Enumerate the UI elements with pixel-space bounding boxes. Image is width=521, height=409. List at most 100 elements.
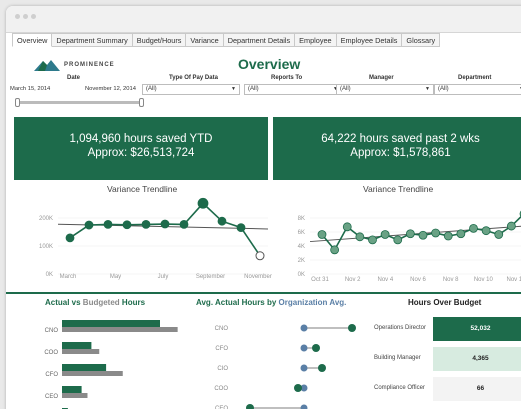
chart-title-right: Variance Trendline [363,184,434,194]
row-label: Operations Director [374,325,427,331]
actual-point [246,404,254,409]
actual-vs-budgeted-chart: CNOCOOCFOCEOCIO [44,320,178,409]
bar-budgeted [62,349,100,354]
browser-window: Overview Department Summary Budget/Hours… [6,6,521,409]
pay-type-filter-label: Type Of Pay Data [169,75,218,81]
data-point [141,219,151,229]
org-avg-point [300,344,308,352]
tab-budget-hours[interactable]: Budget/Hours [132,33,187,47]
y-category-label: COO [44,350,58,356]
minimize-dot-icon[interactable] [23,14,28,19]
row-value-cell: 52,032 [433,317,521,341]
department-value: (All) [438,86,449,92]
date-start-value: March 15, 2014 [10,86,51,92]
reports-to-filter-label: Reports To [271,75,303,81]
department-select[interactable]: (All) ▼ [434,84,521,95]
y-category-label: CEO [45,394,58,400]
tab-glossary[interactable]: Glossary [402,33,441,47]
reports-to-select[interactable]: (All) ▼ [244,84,342,95]
variance-trendline-chart-2wks: 8K 6K 4K 2K 0K Oct 31 Nov 2 Nov 4 Nov 6 Nov 8 Nov … [298,210,521,283]
x-tick-label: Nov 8 [443,277,459,283]
actual-point [294,384,302,392]
date-range-slider[interactable] [15,98,144,107]
y-category-label: CFO [215,346,228,352]
x-tick-label: Nov 2 [345,277,361,283]
y-tick-label: 6K [298,230,305,236]
tab-overview[interactable]: Overview [12,33,53,47]
y-tick-label: 0K [298,272,305,278]
actual-point [318,364,326,372]
data-point [393,235,403,245]
data-point [317,230,327,239]
org-avg-point [300,364,308,372]
y-tick-label: 100K [39,244,53,250]
tab-employee[interactable]: Employee [295,33,337,47]
y-category-label: CNO [45,328,59,334]
y-tick-label: 4K [298,244,305,250]
data-point [418,230,428,240]
mountain-logo-icon [34,59,60,71]
row-label: Compliance Officer [374,385,425,391]
tab-employee-details[interactable]: Employee Details [336,33,403,47]
maximize-dot-icon[interactable] [31,14,36,19]
kpi-2wks-amount: Approx: $1,578,861 [350,147,451,159]
data-point [103,219,113,229]
tab-department-details[interactable]: Department Details [223,33,296,47]
window-titlebar [6,6,521,33]
manager-value: (All) [340,86,351,92]
data-point [380,230,390,239]
row-value-cell: 4,365 [433,347,521,371]
data-point [368,235,377,245]
date-end-value: November 12, 2014 [85,86,136,92]
chevron-down-icon: ▼ [425,86,430,92]
hours-over-budget-row[interactable]: Building Manager 4,365 [366,347,521,371]
data-point [469,223,478,233]
x-tick-label: September [196,274,225,280]
kpi-ytd-amount: Approx: $26,513,724 [87,147,195,159]
chevron-down-icon: ▼ [231,86,236,92]
date-start-handle[interactable] [15,98,20,107]
kpi-hours-saved-ytd: 1,094,960 hours saved YTD Approx: $26,51… [14,117,268,180]
department-filter-label: Department [458,75,492,81]
row-value-cell: 66 [433,377,521,401]
reports-to-value: (All) [248,86,259,92]
data-point [217,216,227,226]
data-point [84,220,94,230]
data-point [355,232,365,242]
kpi-hours-saved-2wks: 64,222 hours saved past 2 wks Approx: $1… [273,117,521,180]
data-point [494,230,504,239]
x-tick-label: Oct 31 [311,277,329,283]
tab-variance[interactable]: Variance [186,33,224,47]
kpi-ytd-hours: 1,094,960 hours saved YTD [69,133,213,145]
y-category-label: COO [214,386,228,392]
pay-type-select[interactable]: (All) ▼ [142,84,240,95]
org-avg-point [300,404,308,409]
x-tick-label: March [60,274,77,280]
kpi-2wks-hours: 64,222 hours saved past 2 wks [321,133,480,145]
close-dot-icon[interactable] [15,14,20,19]
dashboard-tabs: Overview Department Summary Budget/Hours… [12,33,441,47]
bar-budgeted [62,393,88,398]
date-filter-label: Date [67,75,81,81]
page-title: Overview [238,56,301,72]
data-point [342,222,352,232]
data-point [481,226,491,236]
hours-over-budget-row[interactable]: Compliance Officer 66 [366,377,521,401]
series-line [69,202,261,257]
row-label: Building Manager [374,355,421,361]
data-point [197,197,209,209]
x-tick-label: Nov 6 [410,277,426,283]
y-tick-label: 8K [298,216,305,222]
data-point [65,233,75,243]
data-point [179,219,189,229]
manager-select[interactable]: (All) ▼ [336,84,434,95]
x-tick-label: Nov 12 [506,277,521,283]
tab-department-summary[interactable]: Department Summary [52,33,133,47]
manager-filter-label: Manager [369,75,394,81]
actual-point [312,344,320,352]
date-end-handle[interactable] [139,98,144,107]
bar-budgeted [62,371,123,376]
data-point [255,251,265,261]
x-tick-label: Nov 10 [474,277,494,283]
hours-over-budget-row[interactable]: Operations Director 52,032 [366,317,521,341]
